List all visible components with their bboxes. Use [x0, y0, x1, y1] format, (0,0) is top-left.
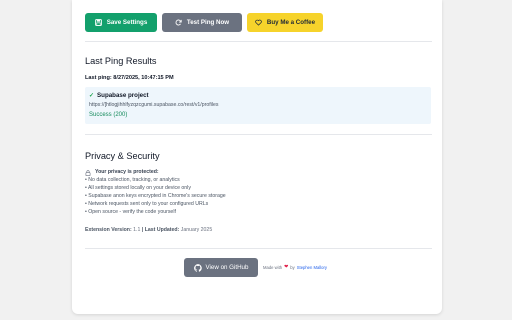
lock-icon — [85, 170, 91, 176]
privacy-item: • No data collection, tracking, or analy… — [85, 176, 180, 183]
divider — [85, 248, 432, 249]
buy-coffee-label: Buy Me a Coffee — [266, 19, 316, 26]
test-ping-button[interactable]: Test Ping Now — [162, 13, 242, 32]
privacy-notice: Your privacy is protected: • No data col… — [85, 169, 226, 216]
heart-icon: ❤ — [284, 264, 289, 270]
ping-result-card: ✓ Supabase project https://[htlogjihhlfy… — [85, 87, 431, 124]
version-info: Extension Version: 1.1 | Last Updated: J… — [85, 227, 212, 233]
save-settings-button[interactable]: Save Settings — [85, 13, 157, 32]
privacy-item: • All settings stored locally on your de… — [85, 184, 191, 191]
github-icon — [193, 263, 202, 272]
view-github-button[interactable]: View on GitHub — [184, 258, 258, 277]
version-label: Extension Version: — [85, 227, 132, 233]
privacy-item: • Open source - verify the code yourself — [85, 208, 176, 215]
test-ping-label: Test Ping Now — [186, 19, 230, 26]
save-settings-label: Save Settings — [106, 19, 148, 26]
privacy-heading: Privacy & Security — [85, 151, 160, 161]
divider — [85, 41, 432, 42]
privacy-protected-label: Your privacy is protected: — [95, 169, 159, 175]
privacy-item: • Network requests sent only to your con… — [85, 200, 209, 207]
result-url: https://[htlogjihhlfyzqzcgumi.supabase.c… — [89, 102, 219, 108]
check-icon: ✓ — [89, 93, 95, 99]
view-github-label: View on GitHub — [205, 264, 249, 271]
buy-coffee-button[interactable]: Buy Me a Coffee — [247, 13, 323, 32]
result-status: Success (200) — [89, 112, 128, 118]
divider — [85, 134, 432, 135]
last-ping-timestamp: Last ping: 8/27/2025, 10:47:15 PM — [85, 75, 174, 81]
privacy-item: • Supabase anon keys encrypted in Chrome… — [85, 192, 226, 199]
made-with-label: Made with — [263, 264, 283, 270]
privacy-protected: Your privacy is protected: — [85, 169, 226, 177]
action-buttons: Save Settings Test Ping Now Buy Me a Cof… — [85, 13, 323, 32]
result-project: Supabase project — [97, 92, 149, 99]
updated-label: Last Updated: — [144, 227, 180, 233]
heart-icon — [255, 19, 262, 26]
last-ping-heading: Last Ping Results — [85, 56, 157, 66]
by-label: by — [290, 264, 295, 270]
author-link[interactable]: Stephen Mallory — [297, 265, 327, 270]
made-with-credit: Made with ❤ by Stephen Mallory — [263, 264, 327, 270]
settings-card: Save Settings Test Ping Now Buy Me a Cof… — [72, 0, 442, 314]
updated-value: January 2025 — [180, 227, 213, 233]
save-icon — [94, 19, 102, 26]
refresh-icon — [175, 19, 182, 26]
result-title: ✓ Supabase project — [89, 92, 149, 99]
